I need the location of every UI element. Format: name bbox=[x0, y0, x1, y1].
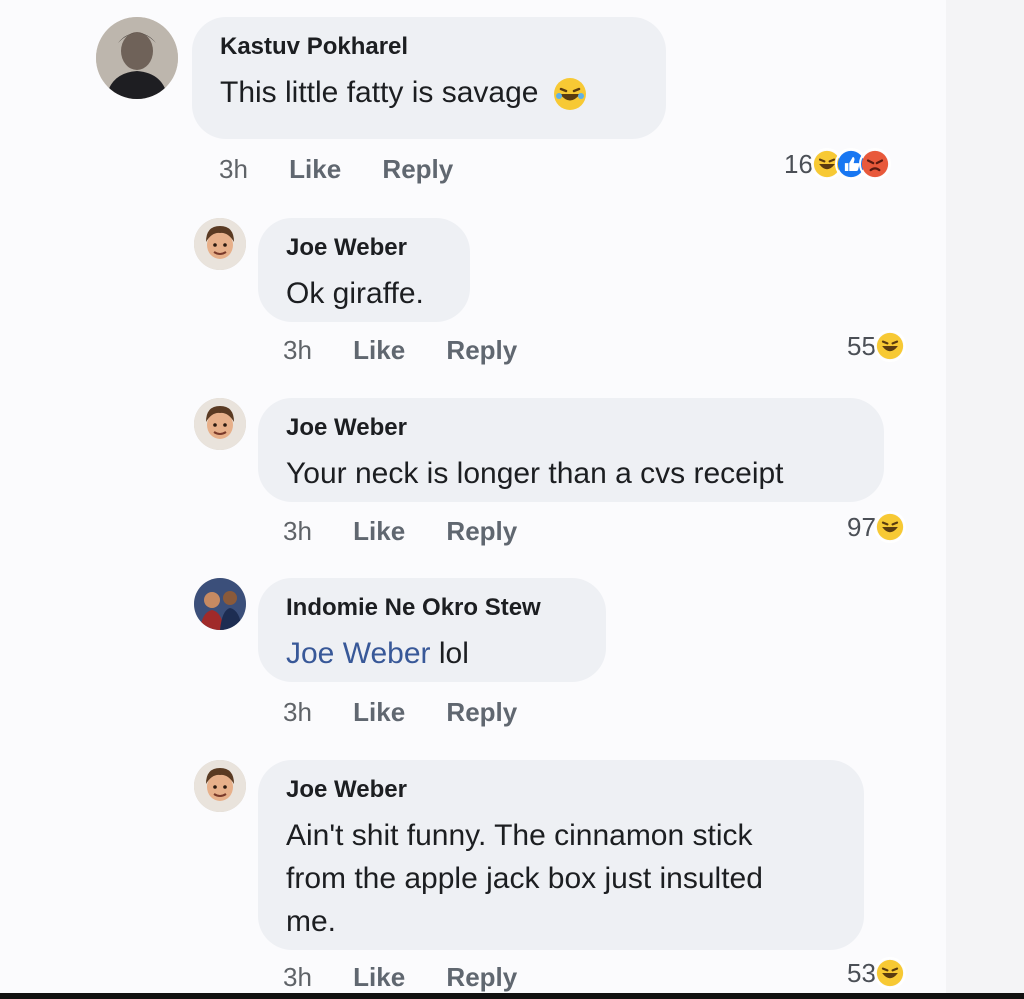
avatar[interactable] bbox=[96, 17, 178, 99]
reaction-count: 53 bbox=[847, 957, 876, 988]
comment-author[interactable]: Joe Weber bbox=[286, 776, 836, 804]
comment-actions: 3h Like Reply bbox=[283, 697, 551, 728]
comment-time: 3h bbox=[219, 154, 248, 184]
reply-button[interactable]: Reply bbox=[446, 962, 517, 992]
avatar[interactable] bbox=[194, 398, 246, 450]
comment-text: lol bbox=[438, 637, 469, 670]
comment-actions: 3h Like Reply bbox=[283, 335, 551, 366]
user-photo-icon bbox=[194, 578, 246, 630]
comment-time: 3h bbox=[283, 516, 312, 546]
comment-actions: 3h Like Reply bbox=[283, 516, 551, 547]
like-button[interactable]: Like bbox=[353, 697, 405, 727]
comment-bubble: Indomie Ne Okro Stew Joe Weber lol bbox=[258, 578, 606, 682]
comment-author[interactable]: Joe Weber bbox=[286, 414, 856, 442]
comment-bubble: Joe Weber Your neck is longer than a cvs… bbox=[258, 398, 884, 502]
laughing-emoji-icon bbox=[553, 77, 587, 111]
comment-text: Ok giraffe. bbox=[286, 277, 424, 310]
user-photo-icon bbox=[194, 760, 246, 812]
haha-icon bbox=[873, 511, 906, 543]
reaction-summary[interactable]: 55 bbox=[847, 330, 906, 362]
bottom-border bbox=[0, 993, 1024, 999]
comment-bubble: Kastuv Pokharel This little fatty is sav… bbox=[192, 17, 666, 139]
haha-icon bbox=[873, 957, 906, 989]
comment-author[interactable]: Indomie Ne Okro Stew bbox=[286, 594, 578, 622]
reply-button[interactable]: Reply bbox=[382, 154, 453, 184]
comment-text-line: me. bbox=[286, 905, 337, 938]
angry-icon bbox=[858, 148, 891, 180]
like-button[interactable]: Like bbox=[353, 962, 405, 992]
comment-text: This little fatty is savage bbox=[220, 76, 539, 109]
like-button[interactable]: Like bbox=[353, 335, 405, 365]
reply-button[interactable]: Reply bbox=[446, 335, 517, 365]
user-photo-icon bbox=[194, 218, 246, 270]
reaction-count: 16 bbox=[784, 148, 813, 179]
comment-time: 3h bbox=[283, 697, 312, 727]
user-photo-icon bbox=[96, 17, 178, 99]
like-button[interactable]: Like bbox=[289, 154, 341, 184]
comment-time: 3h bbox=[283, 335, 312, 365]
user-photo-icon bbox=[194, 398, 246, 450]
comment-bubble: Joe Weber Ok giraffe. bbox=[258, 218, 470, 322]
comment-author[interactable]: Joe Weber bbox=[286, 234, 442, 262]
comment-actions: 3h Like Reply bbox=[283, 962, 551, 993]
reaction-count: 97 bbox=[847, 511, 876, 542]
comment-text-line: Ain't shit funny. The cinnamon stick bbox=[286, 819, 753, 852]
mention-link[interactable]: Joe Weber bbox=[286, 637, 431, 670]
reaction-summary[interactable]: 97 bbox=[847, 511, 906, 543]
reaction-summary[interactable]: 16 bbox=[784, 148, 891, 180]
comment-text-line: from the apple jack box just insulted bbox=[286, 862, 763, 895]
reaction-count: 55 bbox=[847, 330, 876, 361]
avatar[interactable] bbox=[194, 760, 246, 812]
haha-icon bbox=[873, 330, 906, 362]
avatar[interactable] bbox=[194, 218, 246, 270]
reply-button[interactable]: Reply bbox=[446, 516, 517, 546]
like-button[interactable]: Like bbox=[353, 516, 405, 546]
comment-text: Ain't shit funny. The cinnamon stick fro… bbox=[286, 814, 836, 943]
comment-author[interactable]: Kastuv Pokharel bbox=[220, 33, 638, 61]
comment-time: 3h bbox=[283, 962, 312, 992]
comment-actions: 3h Like Reply bbox=[219, 154, 487, 185]
comment-text: Your neck is longer than a cvs receipt bbox=[286, 457, 784, 490]
reply-button[interactable]: Reply bbox=[446, 697, 517, 727]
page-side-strip bbox=[946, 0, 1024, 999]
comment-bubble: Joe Weber Ain't shit funny. The cinnamon… bbox=[258, 760, 864, 950]
reaction-summary[interactable]: 53 bbox=[847, 957, 906, 989]
avatar[interactable] bbox=[194, 578, 246, 630]
